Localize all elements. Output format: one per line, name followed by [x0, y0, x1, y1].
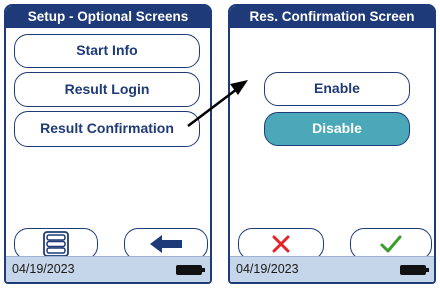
result-confirmation-button[interactable]: Result Confirmation: [14, 111, 200, 147]
result-login-button[interactable]: Result Login: [14, 72, 200, 107]
check-icon: [380, 235, 402, 253]
setup-optional-screens-panel: Setup - Optional Screens Start Info Resu…: [4, 4, 212, 284]
back-arrow-icon: [150, 235, 182, 253]
screen-title: Res. Confirmation Screen: [230, 6, 434, 28]
enable-option-button[interactable]: Enable: [264, 72, 410, 106]
header-corner: [192, 6, 210, 28]
result-confirmation-label: Result Confirmation: [40, 120, 174, 136]
screen-title-text: Setup - Optional Screens: [27, 9, 189, 24]
battery-icon: [176, 265, 205, 275]
screen-title: Setup - Optional Screens: [6, 6, 210, 28]
start-info-button[interactable]: Start Info: [14, 34, 200, 68]
date-text: 04/19/2023: [236, 262, 299, 276]
status-bar: 04/19/2023: [230, 256, 434, 282]
disable-option-button[interactable]: Disable: [264, 112, 410, 146]
cancel-x-icon: [272, 235, 290, 253]
result-login-label: Result Login: [64, 81, 150, 97]
enable-label: Enable: [314, 80, 360, 96]
date-text: 04/19/2023: [12, 262, 75, 276]
list-menu-icon: [43, 231, 69, 257]
start-info-label: Start Info: [76, 42, 138, 58]
status-bar: 04/19/2023: [6, 256, 210, 282]
battery-icon: [400, 265, 429, 275]
screen-title-text: Res. Confirmation Screen: [249, 9, 415, 24]
header-corner: [416, 6, 434, 28]
disable-label: Disable: [312, 120, 362, 136]
result-confirmation-panel: Res. Confirmation Screen Enable Disable …: [228, 4, 436, 284]
